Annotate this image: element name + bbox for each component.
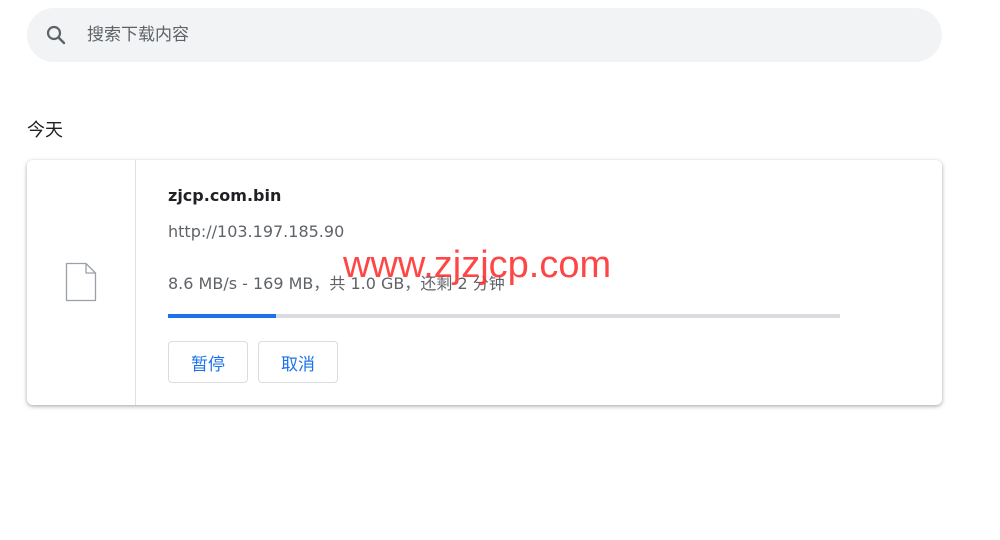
download-item-card: zjcp.com.bin http://103.197.185.90 8.6 M… [27,160,942,405]
search-input[interactable] [87,8,907,62]
cancel-button[interactable]: 取消 [258,341,338,383]
pause-button[interactable]: 暂停 [168,341,248,383]
search-icon [46,25,66,45]
search-bar[interactable] [27,8,942,62]
file-icon-area [27,160,136,405]
file-name-link[interactable]: zjcp.com.bin [168,186,281,205]
download-progress-bar [168,314,840,318]
downloads-page: 今天 zjcp.com.bin http://103.197.185.90 8.… [0,0,1000,540]
section-date-label: 今天 [27,120,63,141]
download-progress-fill [168,314,276,318]
download-status: 8.6 MB/s - 169 MB，共 1.0 GB，还剩 2 分钟 [168,274,505,293]
file-icon[interactable] [65,262,97,302]
file-url-link[interactable]: http://103.197.185.90 [168,222,344,241]
